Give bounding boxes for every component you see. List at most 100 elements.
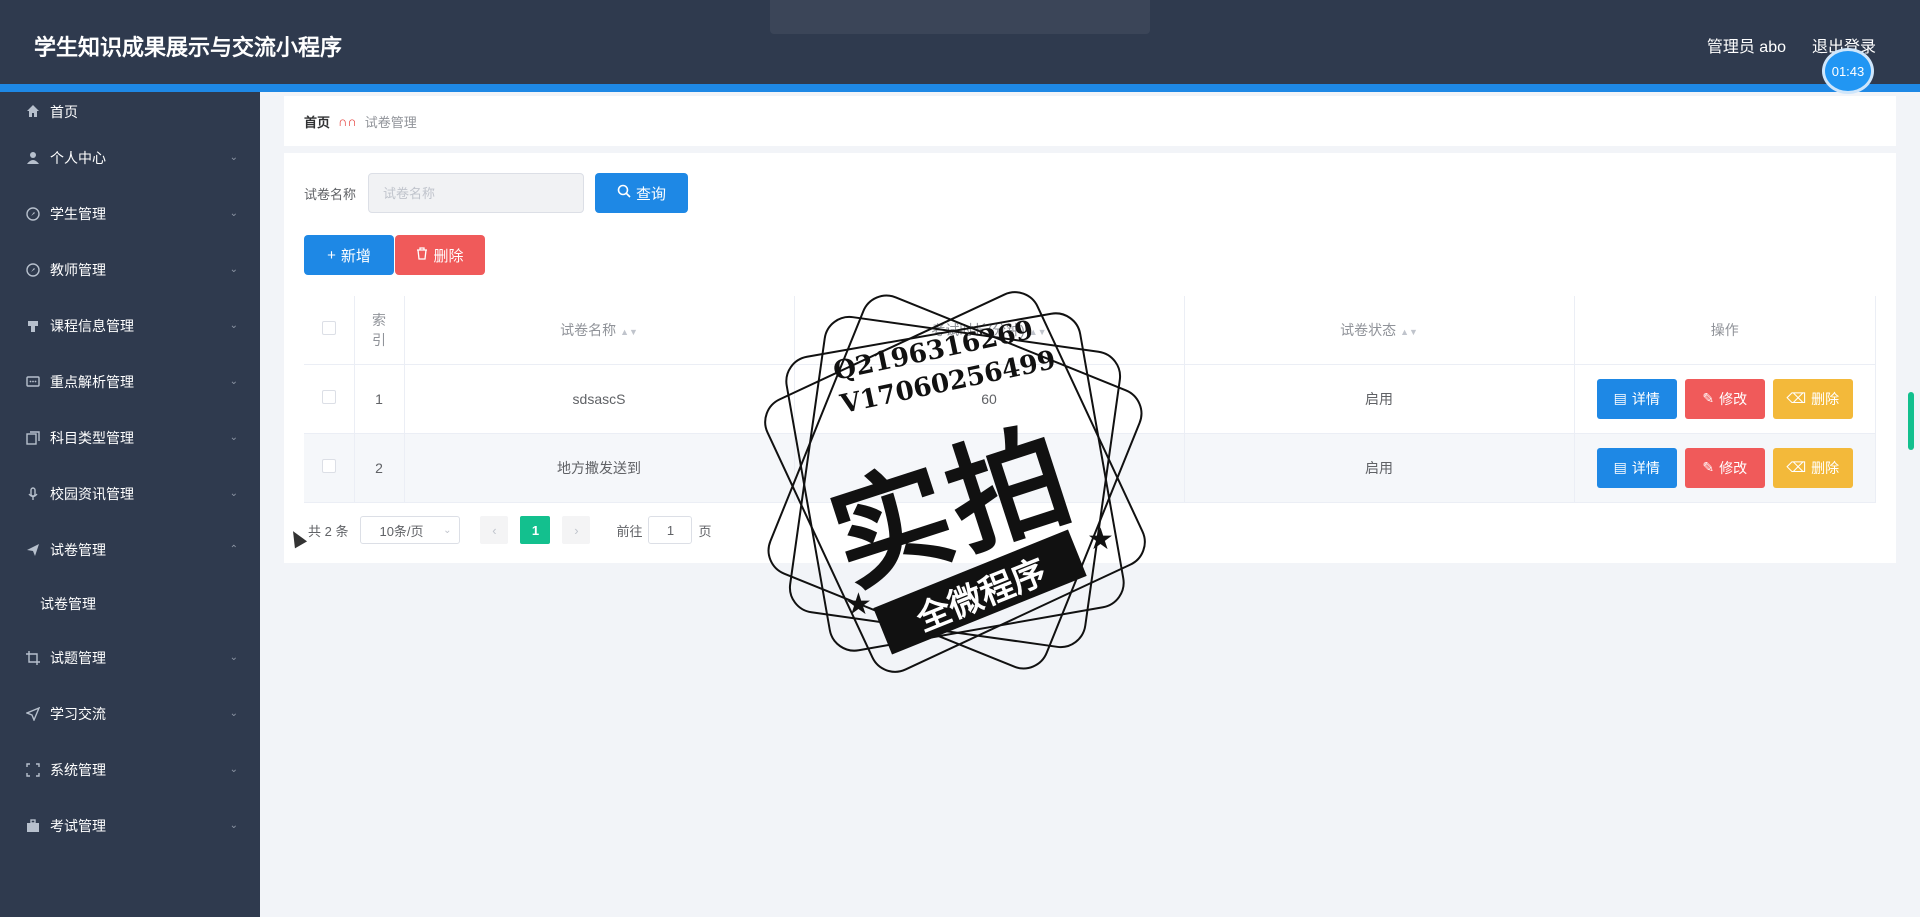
column-header-index: 索引 xyxy=(354,296,405,365)
sidebar-item-campus-news[interactable]: 校园资讯管理 ⌄ xyxy=(0,466,260,522)
toast-placeholder xyxy=(770,0,1150,34)
sidebar-item-key-analysis[interactable]: 重点解析管理 ⌄ xyxy=(0,354,260,410)
column-header-label: 试卷名称 xyxy=(560,321,617,338)
sidebar-item-exams[interactable]: 考试管理 ⌄ xyxy=(0,798,260,854)
column-header-label: 试卷状态 xyxy=(1340,321,1397,338)
cell-index: 1 xyxy=(354,364,405,434)
position-icon xyxy=(24,705,42,723)
current-user-label: 管理员 abo xyxy=(1706,39,1786,56)
chevron-down-icon: ⌄ xyxy=(229,432,238,443)
add-button-label: 新增 xyxy=(340,247,371,265)
batch-delete-button[interactable]: 删除 xyxy=(395,235,485,275)
delete-label: 删除 xyxy=(1811,390,1840,407)
top-header: 学生知识成果展示与交流小程序 管理员 abo 退出登录 xyxy=(0,0,1920,84)
breadcrumb-separator-icon: ∩∩ xyxy=(338,113,357,129)
sidebar-item-subject-types[interactable]: 科目类型管理 ⌄ xyxy=(0,410,260,466)
page-size-value: 10条/页 xyxy=(379,523,424,539)
chevron-down-icon: ⌄ xyxy=(229,208,238,219)
sidebar-item-teachers[interactable]: 教师管理 ⌄ xyxy=(0,242,260,298)
column-header-label: 索引 xyxy=(372,311,386,348)
floating-timer[interactable]: 01:43 xyxy=(1822,48,1874,94)
chevron-down-icon: ⌄ xyxy=(229,320,238,331)
sidebar-item-personal-center[interactable]: 个人中心 ⌄ xyxy=(0,130,260,186)
sidebar-item-label: 教师管理 xyxy=(50,262,106,278)
delete-button-label: 删除 xyxy=(433,247,464,265)
pencil-icon: ✎ xyxy=(1702,390,1715,406)
column-header-label: 操作 xyxy=(1710,321,1739,338)
sidebar-item-questions[interactable]: 试题管理 ⌄ xyxy=(0,630,260,686)
sidebar-item-label: 科目类型管理 xyxy=(50,430,134,446)
cell-status: 启用 xyxy=(1184,433,1575,503)
edit-button[interactable]: ✎ 修改 xyxy=(1684,447,1765,488)
sidebar-item-courses[interactable]: 课程信息管理 ⌄ xyxy=(0,298,260,354)
page-number-button[interactable]: 1 xyxy=(520,516,551,544)
crop-icon xyxy=(24,649,42,667)
sidebar-item-label: 学习交流 xyxy=(50,706,106,722)
next-page-button[interactable]: › xyxy=(562,516,591,544)
sidebar-item-label: 试卷管理 xyxy=(50,542,106,558)
detail-button[interactable]: ▤ 详情 xyxy=(1596,447,1677,488)
breadcrumb-home[interactable]: 首页 xyxy=(304,112,330,131)
compass-icon xyxy=(24,261,42,279)
send-icon xyxy=(24,541,42,559)
edit-label: 修改 xyxy=(1719,459,1748,476)
delete-button[interactable]: ⌫ 删除 xyxy=(1772,447,1853,488)
copy-icon xyxy=(24,429,42,447)
detail-label: 详情 xyxy=(1631,459,1660,476)
search-form: 试卷名称 查询 xyxy=(304,173,689,213)
select-all-checkbox[interactable] xyxy=(321,321,336,336)
edit-button[interactable]: ✎ 修改 xyxy=(1684,378,1765,419)
sidebar-item-students[interactable]: 学生管理 ⌄ xyxy=(0,186,260,242)
goto-page-input[interactable] xyxy=(648,516,693,544)
paper-name-search-input[interactable] xyxy=(368,173,585,213)
query-button[interactable]: 查询 xyxy=(595,173,689,213)
sidebar-item-exam-papers[interactable]: 试卷管理 ⌃ xyxy=(0,522,260,578)
row-checkbox[interactable] xyxy=(321,390,336,404)
cell-actions: ▤ 详情 ✎ 修改 ⌫ 删除 xyxy=(1574,433,1876,503)
chevron-down-icon: ⌄ xyxy=(229,376,238,387)
trash-icon xyxy=(416,246,428,264)
trash-icon: ⌫ xyxy=(1786,390,1807,406)
compass-icon xyxy=(24,205,42,223)
sidebar-item-label: 个人中心 xyxy=(50,150,106,166)
detail-button[interactable]: ▤ 详情 xyxy=(1596,378,1677,419)
sort-icon[interactable]: ▲▼ xyxy=(620,327,638,337)
add-button[interactable]: + 新增 xyxy=(304,235,394,275)
row-checkbox[interactable] xyxy=(321,459,336,473)
detail-label: 详情 xyxy=(1631,390,1660,407)
edit-label: 修改 xyxy=(1719,390,1748,407)
chat-icon xyxy=(24,373,42,391)
podium-icon xyxy=(24,317,42,335)
sidebar-item-label: 课程信息管理 xyxy=(50,318,134,334)
row-select-cell xyxy=(304,433,355,503)
chevron-down-icon: ⌄ xyxy=(229,708,238,719)
sort-icon[interactable]: ▲▼ xyxy=(1400,327,1418,337)
sidebar-item-study-exchange[interactable]: 学习交流 ⌄ xyxy=(0,686,260,742)
page-size-select[interactable]: 10条/页 ⌄ xyxy=(360,516,461,544)
chevron-left-icon: ‹ xyxy=(492,522,497,538)
cell-index: 2 xyxy=(354,433,405,503)
pencil-icon: ✎ xyxy=(1702,459,1715,475)
goto-label: 前往 xyxy=(616,523,643,539)
sidebar-subitem-exam-paper-management[interactable]: 试卷管理 xyxy=(0,578,260,630)
document-icon: ▤ xyxy=(1613,459,1627,475)
breadcrumb-current: 试卷管理 xyxy=(364,114,417,130)
app-title: 学生知识成果展示与交流小程序 xyxy=(34,35,343,60)
document-icon: ▤ xyxy=(1613,390,1627,406)
sidebar-item-label: 校园资讯管理 xyxy=(50,486,134,502)
watermark-stamp: Q2196316269 V17060256499 实拍 全微程序 ★ ★ xyxy=(735,262,1175,702)
delete-button[interactable]: ⌫ 删除 xyxy=(1772,378,1853,419)
scroll-indicator[interactable] xyxy=(1908,392,1914,450)
chevron-down-icon: ⌄ xyxy=(443,524,452,536)
cell-status: 启用 xyxy=(1184,364,1575,434)
column-header-status[interactable]: 试卷状态 ▲▼ xyxy=(1184,296,1575,365)
search-icon xyxy=(617,184,631,202)
chevron-down-icon: ⌄ xyxy=(229,764,238,775)
prev-page-button[interactable]: ‹ xyxy=(480,516,509,544)
chevron-down-icon: ⌄ xyxy=(229,652,238,663)
star-icon: ★ xyxy=(845,588,872,621)
sidebar-item-home[interactable]: 首页 xyxy=(0,92,260,130)
pagination-total: 共 2 条 xyxy=(308,523,349,539)
sidebar-item-system[interactable]: 系统管理 ⌄ xyxy=(0,742,260,798)
trash-icon: ⌫ xyxy=(1786,459,1807,475)
